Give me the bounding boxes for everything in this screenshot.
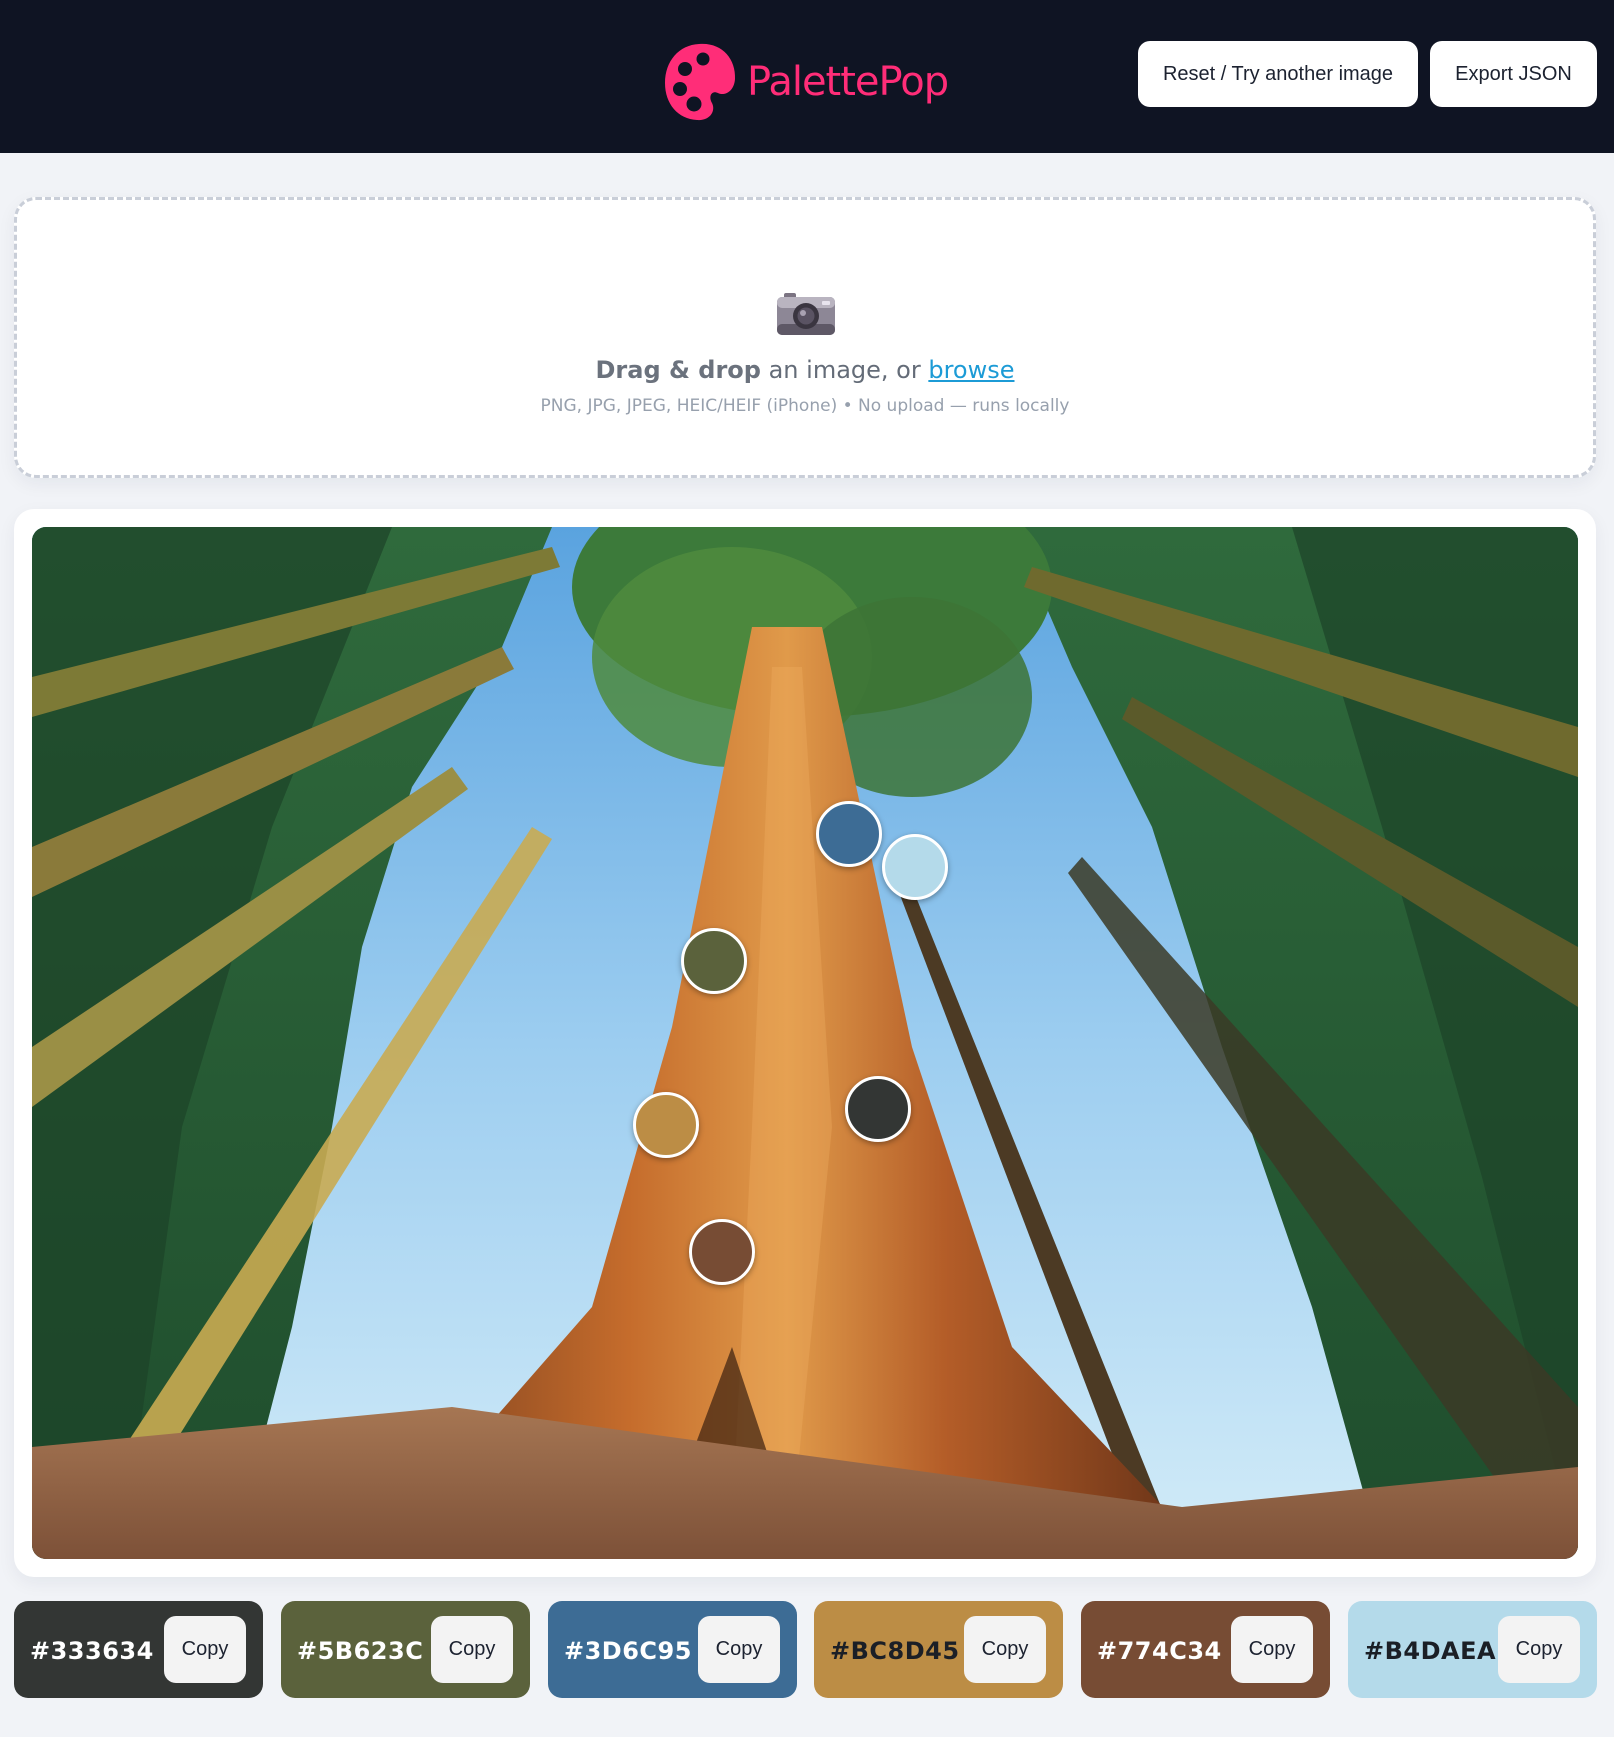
image-dropzone[interactable]: Drag & drop an image, or browse PNG, JPG… <box>14 197 1596 478</box>
color-pin-5B623C[interactable] <box>681 928 747 994</box>
swatch-card: #5B623C Copy <box>281 1601 530 1698</box>
palette-logo-icon <box>665 43 736 121</box>
swatch-card: #333634 Copy <box>14 1601 263 1698</box>
camera-icon <box>777 293 835 335</box>
dropzone-instructions: Drag & drop an image, or browse <box>17 356 1593 384</box>
copy-button[interactable]: Copy <box>698 1616 780 1683</box>
swatch-card: #774C34 Copy <box>1081 1601 1330 1698</box>
image-preview-card <box>14 509 1596 1577</box>
drag-drop-label: Drag & drop <box>595 356 761 384</box>
swatch-hex: #BC8D45 <box>830 1637 960 1665</box>
color-pin-B4DAEA[interactable] <box>882 834 948 900</box>
swatch-hex: #333634 <box>30 1637 154 1665</box>
color-pin-774C34[interactable] <box>689 1219 755 1285</box>
copy-button[interactable]: Copy <box>1231 1616 1313 1683</box>
color-pin-333634[interactable] <box>845 1076 911 1142</box>
copy-button[interactable]: Copy <box>964 1616 1046 1683</box>
copy-button[interactable]: Copy <box>1498 1616 1580 1683</box>
swatch-hex: #5B623C <box>297 1637 424 1665</box>
copy-button[interactable]: Copy <box>164 1616 246 1683</box>
reset-button[interactable]: Reset / Try another image <box>1138 41 1418 107</box>
swatch-card: #B4DAEA Copy <box>1348 1601 1597 1698</box>
swatch-hex: #3D6C95 <box>564 1637 692 1665</box>
brand: PalettePop <box>663 40 949 124</box>
browse-link[interactable]: browse <box>928 356 1014 384</box>
sequoia-forest-photo <box>32 527 1578 1559</box>
color-pin-BC8D45[interactable] <box>633 1092 699 1158</box>
copy-button[interactable]: Copy <box>431 1616 513 1683</box>
swatch-hex: #B4DAEA <box>1364 1637 1497 1665</box>
brand-name: PalettePop <box>747 59 949 105</box>
dropzone-subtext: PNG, JPG, JPEG, HEIC/HEIF (iPhone) • No … <box>540 396 1070 416</box>
export-json-button[interactable]: Export JSON <box>1430 41 1597 107</box>
swatch-hex: #774C34 <box>1097 1637 1222 1665</box>
swatch-card: #3D6C95 Copy <box>548 1601 797 1698</box>
app-header: PalettePop Reset / Try another image Exp… <box>0 0 1614 153</box>
color-pin-3D6C95[interactable] <box>816 801 882 867</box>
dropzone-middle-text: an image, or <box>760 356 929 384</box>
swatch-card: #BC8D45 Copy <box>814 1601 1063 1698</box>
